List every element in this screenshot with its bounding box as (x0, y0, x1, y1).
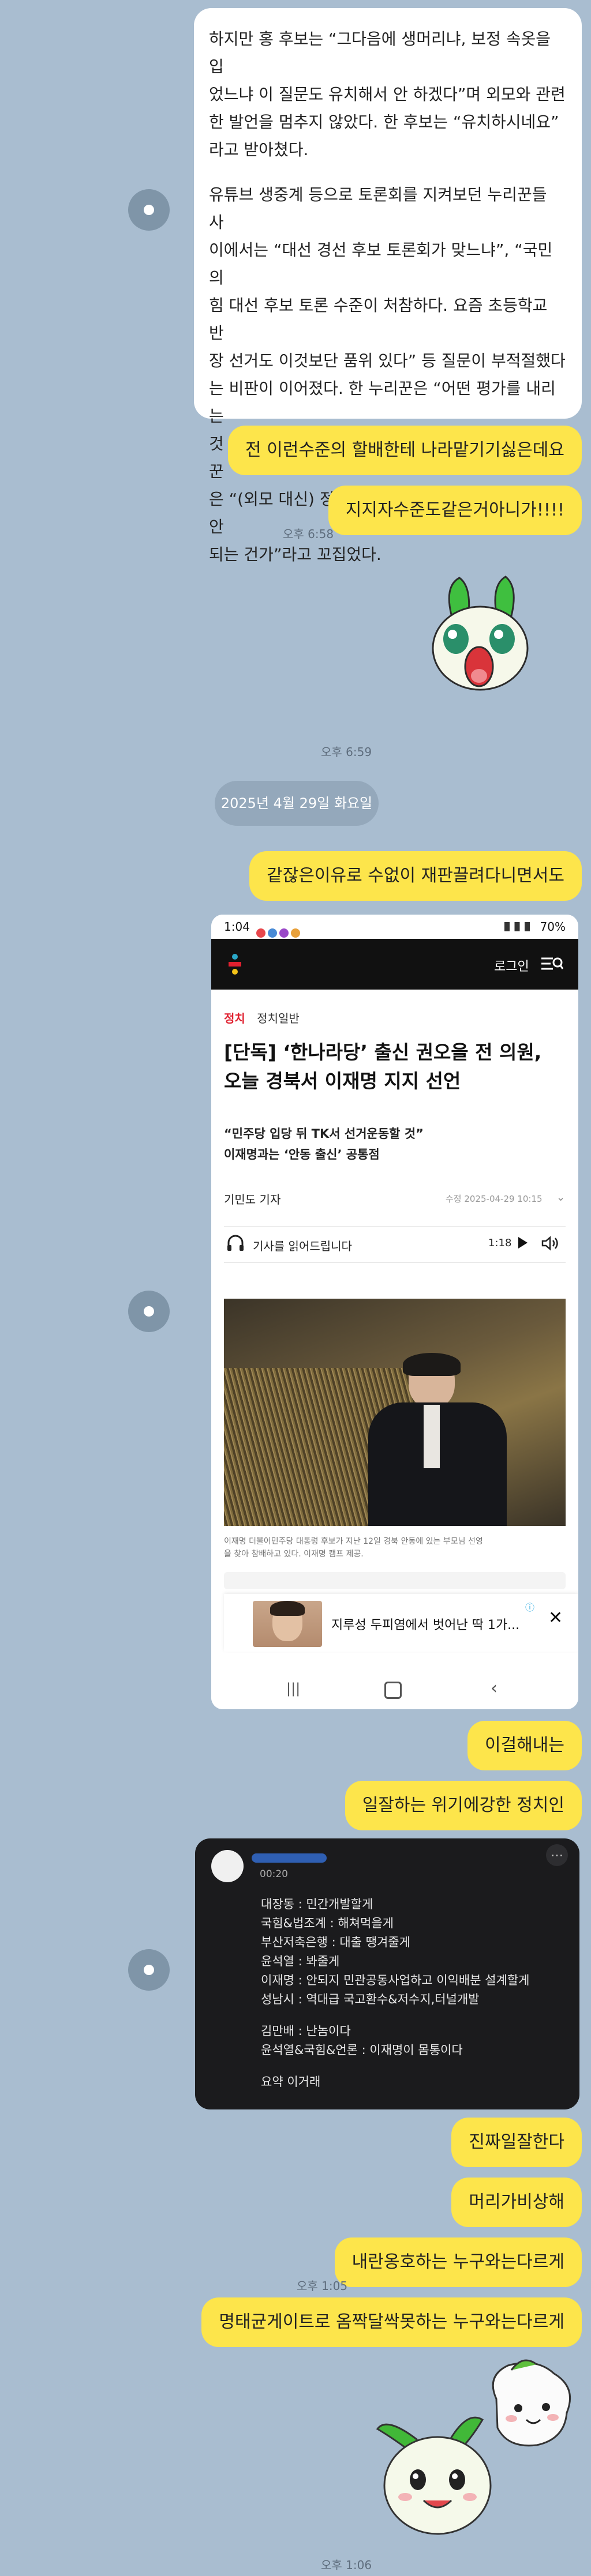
message-time: 오후 1:06 (321, 2558, 372, 2572)
phone-status-bar: 1:04 70% (211, 915, 578, 939)
post-line: 성남시 : 역대급 국고환수&저수지,터널개발 (261, 1992, 480, 2006)
article-headline: [단독] ‘한나라당’ 출신 권오을 전 의원, 오늘 경북서 이재명 지지 선… (224, 1038, 570, 1096)
outgoing-message: 내란옹호하는 누구와는다르게 (334, 2237, 582, 2287)
subheadline-line: “민주당 입당 뒤 TK서 선거운동할 것” (224, 1127, 424, 1141)
shared-screenshot[interactable]: 1:04 70% 로그인 정치 정치일반 [단독] ‘한나라당’ 출신 권오을 … (211, 915, 578, 1709)
post-line (261, 2009, 573, 2022)
post-time: 00:20 (260, 1868, 288, 1880)
ad-text[interactable]: 지루성 두피염에서 벗어난 딱 1가... (331, 1615, 519, 1633)
avatar[interactable] (128, 189, 170, 231)
post-line: 윤석열&국힘&언론 : 이재명이 몸통이다 (261, 2043, 463, 2057)
status-app-icons (256, 922, 308, 938)
menu-search-icon[interactable] (540, 955, 564, 972)
back-icon[interactable]: ‹ (491, 1678, 498, 1698)
outgoing-message: 명태균게이트로 옴짝달싹못하는 누구와는다르게 (201, 2297, 582, 2347)
article-text-line: 되는 건가”라고 꼬집었다. (209, 545, 381, 564)
outgoing-message: 이걸해내는 (467, 1721, 582, 1770)
message-time: 오후 6:59 (321, 745, 372, 759)
article-text-line: 라고 받아쳤다. (209, 140, 309, 159)
avatar-icon (144, 1965, 154, 1975)
outgoing-message: 전 이런수준의 할배한테 나라맡기기싫은데요 (227, 426, 582, 475)
chevron-down-icon[interactable]: ⌄ (556, 1191, 565, 1204)
status-time: 1:04 (224, 920, 250, 934)
post-line: 윤석열 : 봐줄게 (261, 1954, 340, 1968)
caption-line: 을 찾아 참배하고 있다. 이재명 캠프 제공. (224, 1550, 364, 1559)
headline-line: 오늘 경북서 이재명 지지 선언 (224, 1070, 461, 1092)
post-line: 이재명 : 안되지 민관공동사업하고 이익배분 설계할게 (261, 1973, 530, 1987)
category-label[interactable]: 정치 (224, 1011, 245, 1025)
article-text-line: 었느냐 이 질문도 유치해서 안 하겠다”며 외모와 관련 (209, 85, 566, 104)
date-divider: 2025년 4월 29일 화요일 (215, 781, 379, 826)
volume-icon[interactable] (541, 1236, 561, 1253)
article-text-line: 유튜브 생중계 등으로 토론회를 지켜보던 누리꾼들 사 (209, 185, 547, 232)
photo-caption: 이재명 더불어민주당 대통령 후보가 지난 12일 경북 안동에 있는 부모님 … (224, 1535, 570, 1560)
post-line: 김만배 : 난놈이다 (261, 2024, 351, 2038)
incoming-message-article: 하지만 홍 후보는 “그다음에 생머리냐, 보정 속옷을 입 었느냐 이 질문도… (194, 8, 582, 564)
post-body: 대장동 : 민간개발할게 국힘&법조계 : 해쳐먹을게 부산저축은행 : 대출 … (261, 1895, 573, 2092)
site-logo-icon[interactable] (229, 954, 241, 975)
avatar-icon (144, 1306, 154, 1317)
recent-apps-icon[interactable]: ||| (286, 1680, 300, 1697)
headphones-icon (226, 1235, 245, 1254)
post-username-blurred (252, 1853, 327, 1863)
outgoing-message: 같잖은이유로 수없이 재판끌려다니면서도 (249, 851, 582, 901)
home-icon[interactable] (384, 1682, 402, 1699)
avatar[interactable] (128, 1949, 170, 1991)
post-profile-avatar (211, 1850, 244, 1882)
signal-icon (504, 922, 530, 931)
shared-post-screenshot[interactable]: 00:20 … 대장동 : 민간개발할게 국힘&법조계 : 해쳐먹을게 부산저축… (195, 1838, 579, 2109)
audio-duration: 1:18 (488, 1237, 512, 1249)
article-subheadline: “민주당 입당 뒤 TK서 선거운동할 것” 이재명과는 ‘안동 출신’ 공통점 (224, 1123, 424, 1165)
reporter-name[interactable]: 기민도 기자 (224, 1190, 280, 1207)
subcategory-label[interactable]: 정치일반 (257, 1011, 300, 1025)
ad-info-icon[interactable]: ⓘ (525, 1600, 534, 1614)
post-line: 대장동 : 민간개발할게 (261, 1897, 373, 1911)
caption-line: 이재명 더불어민주당 대통령 후보가 지난 12일 경북 안동에 있는 부모님 … (224, 1537, 483, 1546)
play-icon[interactable] (518, 1237, 528, 1248)
subheadline-line: 이재명과는 ‘안동 출신’ 공통점 (224, 1148, 380, 1161)
article-date: 수정 2025-04-29 10:15 (446, 1194, 543, 1204)
ad-banner[interactable]: 지루성 두피염에서 벗어난 딱 1가... ⓘ ✕ (224, 1594, 578, 1652)
green-mascot (376, 2416, 492, 2535)
article-text-line: 는 비판이 이어졌다. 한 누리꾼은 “어떤 평가를 내리는 (209, 379, 556, 426)
outgoing-message: 일잘하는 위기에강한 정치인 (345, 1781, 582, 1830)
close-icon[interactable]: ✕ (548, 1608, 563, 1628)
article-photo[interactable] (224, 1299, 566, 1526)
photo-person (368, 1353, 507, 1526)
post-line (261, 2060, 573, 2073)
article-category[interactable]: 정치 정치일반 (224, 1009, 300, 1026)
status-battery: 70% (540, 920, 566, 934)
article-text-line: 하지만 홍 후보는 “그다음에 생머리냐, 보정 속옷을 입 (209, 29, 551, 76)
ad-thumbnail (253, 1601, 322, 1647)
white-mascot (492, 2359, 571, 2447)
site-header: 로그인 (211, 939, 578, 990)
next-paragraph-faded (224, 1572, 566, 1589)
more-options-icon[interactable]: … (546, 1844, 568, 1866)
article-text-line: 한 발언을 멈추지 않았다. 한 후보는 “유치하시네요” (209, 112, 559, 131)
listen-label: 기사를 읽어드립니다 (253, 1239, 352, 1253)
avatar-icon (144, 205, 154, 215)
sticker-mascots-pair (364, 2353, 581, 2543)
android-nav-bar: ||| ‹ (211, 1668, 578, 1709)
article-text-line: 힘 대선 후보 토론 수준이 처참하다. 요즘 초등학교 반 (209, 296, 548, 343)
post-line: 요약 이거래 (261, 2075, 321, 2089)
article-text-line: 장 선거도 이것보단 품위 있다” 등 질문이 부적절했다 (209, 351, 566, 370)
message-time: 오후 1:05 (297, 2279, 348, 2293)
login-link[interactable]: 로그인 (494, 956, 529, 975)
post-line: 부산저축은행 : 대출 땡겨줄게 (261, 1935, 410, 1949)
outgoing-message: 진짜일잘한다 (451, 2118, 582, 2167)
post-line: 국힘&법조계 : 해쳐먹을게 (261, 1916, 394, 1930)
article-text-line: 이에서는 “대선 경선 후보 토론회가 맞느냐”, “국민의 (209, 240, 553, 287)
article-text-line (209, 164, 567, 181)
sticker-mascot-surprised (416, 574, 543, 695)
outgoing-message: 머리가비상해 (451, 2178, 582, 2227)
headline-line: [단독] ‘한나라당’ 출신 권오을 전 의원, (224, 1041, 542, 1063)
outgoing-message: 지지자수준도같은거아니가!!!! (328, 486, 582, 535)
avatar[interactable] (128, 1291, 170, 1332)
message-time: 오후 6:58 (283, 527, 334, 541)
audio-player[interactable]: 기사를 읽어드립니다 1:18 (224, 1226, 566, 1263)
